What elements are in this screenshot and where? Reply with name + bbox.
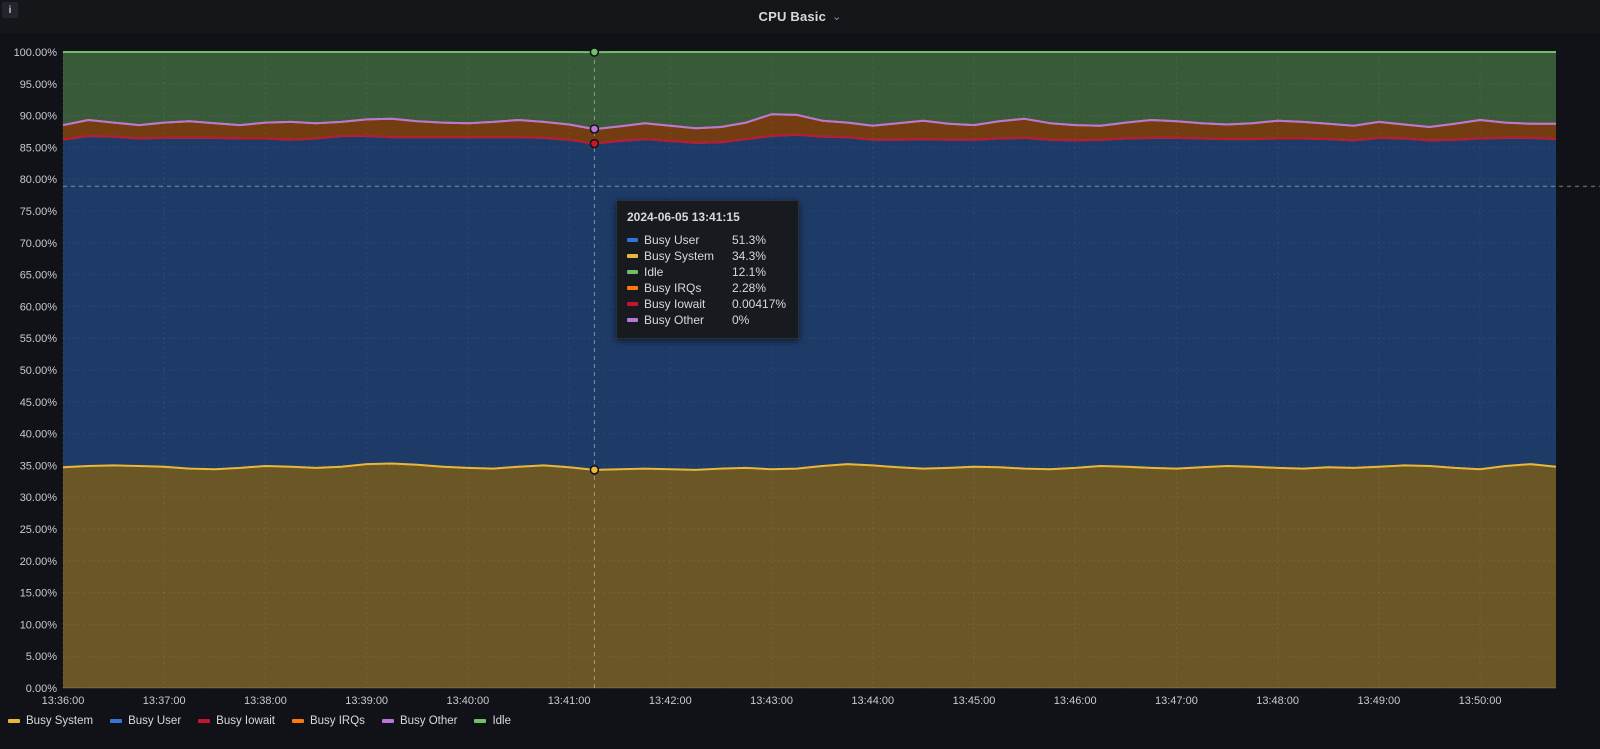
tooltip-series-value: 2.28% — [732, 281, 767, 295]
legend-label: Busy IRQs — [309, 715, 365, 727]
tooltip-series-swatch — [627, 302, 638, 306]
legend-label: Idle — [492, 715, 512, 727]
x-tick-label: 13:45:00 — [953, 695, 996, 707]
y-tick-label: 5.00% — [26, 651, 57, 663]
tooltip-series-name: Busy Iowait — [644, 297, 706, 311]
x-tick-label: 13:37:00 — [143, 695, 186, 707]
panel-title-text: CPU Basic — [758, 9, 827, 24]
tooltip-series-value: 0% — [732, 313, 750, 327]
x-tick-label: 13:38:00 — [244, 695, 287, 707]
x-tick-label: 13:43:00 — [750, 695, 793, 707]
grafana-panel: i CPU Basic ⌄ 0.00% 5.00% 10.00% 15.00% 20.0… — [0, 0, 1600, 749]
y-tick-label: 40.00% — [20, 429, 58, 441]
y-tick-label: 20.00% — [20, 556, 58, 568]
x-tick-label: 13:44:00 — [851, 695, 894, 707]
legend-label: Busy Iowait — [216, 715, 275, 727]
legend-item-busy-user[interactable]: Busy User — [110, 715, 181, 727]
y-tick-label: 65.00% — [20, 270, 58, 282]
x-tick-label: 13:36:00 — [42, 695, 85, 707]
tooltip-series-name: Busy User — [644, 233, 700, 247]
tooltip-series-swatch — [627, 318, 638, 322]
tooltip-series-swatch — [627, 238, 638, 242]
y-tick-label: 70.00% — [20, 238, 58, 250]
tooltip-series-value: 34.3% — [732, 249, 767, 263]
legend-item-busy-system[interactable]: Busy System — [8, 715, 93, 727]
legend-item-busy-irqs[interactable]: Busy IRQs — [291, 715, 365, 727]
series-areas — [63, 52, 1556, 688]
y-tick-label: 35.00% — [20, 460, 58, 472]
y-tick-label: 30.00% — [20, 492, 58, 504]
y-tick-label: 15.00% — [20, 588, 58, 600]
y-tick-label: 90.00% — [20, 111, 58, 123]
tooltip-series-swatch — [627, 286, 638, 290]
hover-point-busy-iowait — [589, 138, 600, 149]
legend-label: Busy User — [128, 715, 182, 727]
x-tick-label: 13:49:00 — [1357, 695, 1400, 707]
legend-swatch — [110, 719, 123, 723]
hover-point-idle — [589, 47, 600, 57]
tooltip-rows: Busy User 51.3% Busy System 34.3% Idle 12.1% B… — [627, 232, 786, 328]
legend-item-busy-other[interactable]: Busy Other — [381, 715, 458, 727]
hover-point-busy-other — [589, 124, 600, 134]
legend-label: Busy Other — [399, 715, 458, 727]
tooltip-series-name: Busy IRQs — [644, 281, 702, 295]
legend-swatch — [291, 719, 304, 723]
x-tick-label: 13:46:00 — [1054, 695, 1097, 707]
tooltip-row: Busy IRQs 2.28% — [627, 280, 786, 296]
area-busy-user — [63, 134, 1556, 470]
tooltip-series-value: 51.3% — [732, 233, 767, 247]
y-tick-label: 80.00% — [20, 174, 58, 186]
hover-point-busy-system — [589, 465, 600, 475]
legend-item-idle[interactable]: Idle — [474, 715, 511, 727]
legend-label: Busy System — [26, 715, 94, 727]
tooltip-series-name: Busy System — [644, 249, 715, 263]
x-tick-label: 13:47:00 — [1155, 695, 1198, 707]
y-tick-label: 55.00% — [20, 333, 58, 345]
tooltip-series-value: 12.1% — [732, 265, 767, 279]
y-tick-label: 25.00% — [20, 524, 58, 536]
y-tick-label: 60.00% — [20, 301, 58, 313]
x-tick-label: 13:42:00 — [649, 695, 692, 707]
panel-header: CPU Basic ⌄ — [0, 0, 1600, 33]
chart-legend: Busy System Busy User Busy Iowait Busy IRQs… — [8, 710, 511, 732]
tooltip-series-name: Idle — [644, 265, 664, 279]
tooltip-series-swatch — [627, 270, 638, 274]
tooltip-row: Busy Iowait 0.00417% — [627, 296, 786, 312]
y-tick-label: 50.00% — [20, 365, 58, 377]
tooltip-row: Busy System 34.3% — [627, 248, 786, 264]
area-busy-system — [63, 463, 1556, 688]
x-tick-label: 13:40:00 — [446, 695, 489, 707]
y-tick-label: 0.00% — [26, 683, 57, 695]
tooltip-row: Busy User 51.3% — [627, 232, 786, 248]
tooltip-row: Idle 12.1% — [627, 264, 786, 280]
tooltip-timestamp: 2024-06-05 13:41:15 — [627, 210, 740, 224]
panel-info-icon[interactable]: i — [2, 2, 18, 18]
cpu-usage-chart[interactable]: 0.00% 5.00% 10.00% 15.00% 20.00% 25.00% 30.00%… — [0, 0, 1600, 712]
legend-swatch — [8, 719, 20, 723]
y-tick-label: 75.00% — [20, 206, 58, 218]
legend-item-busy-iowait[interactable]: Busy Iowait — [198, 715, 275, 727]
tooltip-row: Busy Other 0% — [627, 312, 786, 328]
tooltip-series-name: Busy Other — [644, 313, 705, 327]
x-tick-label: 13:39:00 — [345, 695, 388, 707]
x-tick-label: 13:50:00 — [1459, 695, 1502, 707]
hover-tooltip: 2024-06-05 13:41:15 Busy User 51.3% Busy S… — [616, 200, 800, 339]
tooltip-series-swatch — [627, 254, 638, 258]
x-tick-label: 13:41:00 — [548, 695, 591, 707]
chevron-down-icon: ⌄ — [832, 11, 842, 23]
tooltip-series-value: 0.00417% — [732, 297, 787, 311]
y-tick-label: 10.00% — [20, 619, 58, 631]
y-tick-label: 85.00% — [20, 142, 58, 154]
panel-title[interactable]: CPU Basic ⌄ — [759, 9, 842, 24]
x-tick-label: 13:48:00 — [1256, 695, 1299, 707]
legend-swatch — [198, 719, 211, 723]
legend-swatch — [381, 719, 394, 723]
legend-swatch — [474, 719, 487, 723]
y-tick-label: 45.00% — [20, 397, 58, 409]
y-tick-label: 100.00% — [14, 47, 58, 59]
y-tick-label: 95.00% — [20, 79, 58, 91]
